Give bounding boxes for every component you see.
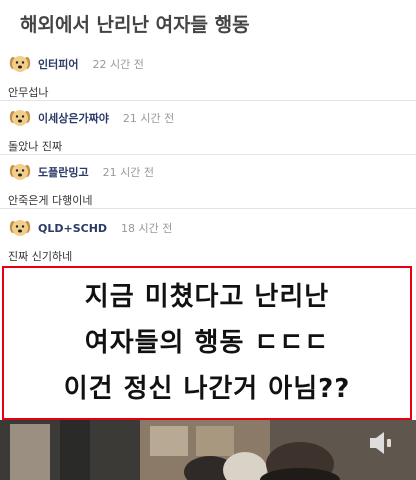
comment-divider — [0, 100, 416, 101]
comment-text: 돌았나 진짜 — [8, 140, 63, 153]
banner-line-3: 이건 정신 나간거 아님?? — [63, 374, 351, 404]
comment-time: 21 시간 전 — [122, 112, 175, 125]
dog-avatar-icon[interactable] — [8, 216, 32, 240]
comment-time: 18 시간 전 — [121, 222, 173, 235]
comment-text: 안죽은게 다행이네 — [8, 194, 93, 207]
comment-time: 22 시간 전 — [92, 58, 144, 71]
comment-username[interactable]: 도플란밍고 — [38, 164, 89, 180]
comment-divider — [0, 154, 416, 155]
comment-username[interactable]: QLD+SCHD — [38, 222, 107, 235]
banner-line-1: 지금 미쳤다고 난리난 — [84, 282, 330, 312]
dog-avatar-icon[interactable] — [8, 52, 32, 76]
comment-text: 진짜 신기하네 — [8, 250, 73, 263]
street-scene-image — [0, 420, 416, 480]
comment-time: 21 시간 전 — [102, 166, 154, 179]
headline-banner: 지금 미쳤다고 난리난 여자들의 행동 ㄷㄷㄷ 이건 정신 나간거 아님?? — [2, 266, 412, 420]
comment-username[interactable]: 이세상은가짜야 — [38, 110, 109, 126]
banner-line-2: 여자들의 행동 ㄷㄷㄷ — [84, 328, 330, 358]
speaker-icon[interactable] — [368, 430, 396, 456]
comment-text: 안무섭나 — [8, 86, 49, 99]
dog-avatar-icon[interactable] — [8, 106, 32, 130]
comment-divider — [0, 208, 416, 209]
post-title: 해외에서 난리난 여자들 행동 — [20, 14, 250, 36]
comment-username[interactable]: 인터피어 — [38, 56, 78, 72]
dog-avatar-icon[interactable] — [8, 160, 32, 184]
video-thumbnail[interactable] — [0, 420, 416, 480]
